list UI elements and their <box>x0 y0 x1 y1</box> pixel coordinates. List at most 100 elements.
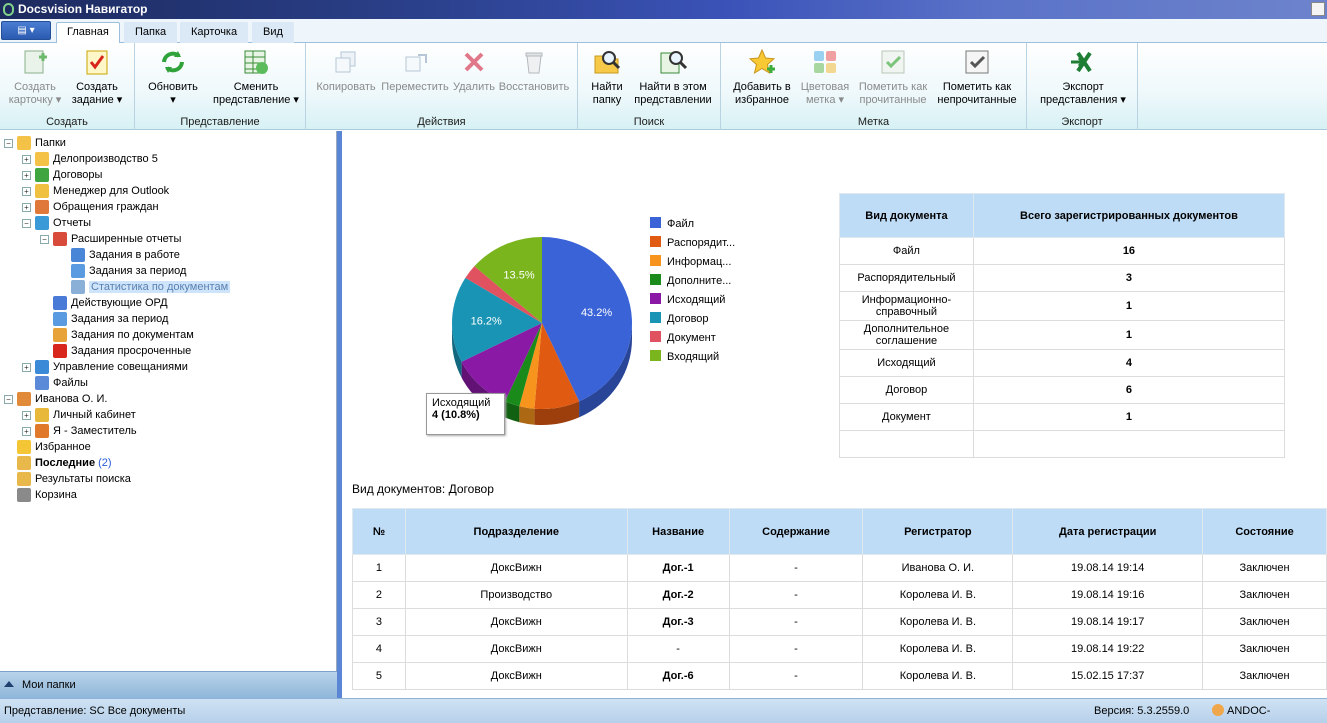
expand-toggle-icon[interactable]: + <box>22 170 31 180</box>
tab-view[interactable]: Вид <box>252 22 294 43</box>
docs-cell: 19.08.14 19:22 <box>1012 635 1204 663</box>
folder-icon <box>17 136 31 151</box>
table-row[interactable]: 4 ДоксВижн - - Королева И. В. 19.08.14 19:22 З… <box>352 635 1327 663</box>
tree-item-label: Я - Заместитель <box>53 425 137 437</box>
find-folder-button[interactable]: Найти папку <box>584 47 630 107</box>
find-in-view-button[interactable]: Найти в этом представлении <box>630 47 716 107</box>
table-row[interactable]: 5 ДоксВижн Дог.-6- Королева И. В. 15.02.15 1… <box>352 662 1327 690</box>
stats-table: Вид документа Всего зарегистрированных до… <box>839 193 1285 458</box>
expand-toggle-icon[interactable]: + <box>22 426 31 436</box>
tree-item[interactable]: + Управление совещаниями <box>22 359 188 375</box>
tree-item[interactable]: Файлы <box>22 375 88 391</box>
expand-toggle-icon[interactable]: − <box>4 394 13 404</box>
docs-header-cell[interactable]: Регистратор <box>862 508 1014 555</box>
create-card-button[interactable]: Создать карточку ▾ <box>6 47 64 107</box>
stats-cell: 6 <box>972 376 1285 404</box>
tree-item[interactable]: Задания просроченные <box>40 343 191 359</box>
tree-item[interactable]: − Отчеты <box>22 215 91 231</box>
delete-icon <box>464 52 484 72</box>
legend-item: Информац... <box>650 253 735 272</box>
copy-button[interactable]: Копировать <box>314 47 378 94</box>
expand-toggle-icon[interactable]: + <box>22 154 31 164</box>
tree-item-label: Задания за период <box>89 265 187 277</box>
docs-header-cell[interactable]: Содержание <box>728 508 864 555</box>
change-view-button[interactable]: Сменить представление ▾ <box>211 47 301 107</box>
tab-folder[interactable]: Папка <box>124 22 178 43</box>
tree-item[interactable]: Статистика по документам <box>58 279 231 295</box>
expand-toggle-icon[interactable]: + <box>22 202 31 212</box>
mark-unread-button[interactable]: Пометить как непрочитанные <box>933 47 1021 107</box>
tree-item-label: Статистика по документам <box>89 281 231 293</box>
docs-header-cell[interactable]: Дата регистрации <box>1012 508 1204 555</box>
mark-read-button[interactable]: Пометить как прочитанные <box>855 47 931 107</box>
docs-header-cell[interactable]: Название <box>626 508 730 555</box>
docs-header-cell[interactable]: Состояние <box>1202 508 1327 555</box>
tree-item[interactable]: + Менеджер для Outlook <box>22 183 169 199</box>
create-task-button[interactable]: Создать задание ▾ <box>68 47 126 107</box>
tree-item[interactable]: − Расширенные отчеты <box>40 231 181 247</box>
legend-item: Файл <box>650 215 735 234</box>
tree-item[interactable]: Задания в работе <box>58 247 180 263</box>
tree-item-label: Задания за период <box>71 313 169 325</box>
refresh-button[interactable]: Обновить ▾ <box>141 47 205 107</box>
collapse-arrow-icon[interactable] <box>4 681 14 687</box>
expand-toggle-icon[interactable]: + <box>22 362 31 372</box>
tab-card[interactable]: Карточка <box>180 22 249 43</box>
table-row[interactable]: 1 ДоксВижн Дог.-1- Иванова О. И. 19.08.14 19… <box>352 554 1327 582</box>
expand-toggle-icon[interactable]: − <box>22 218 31 228</box>
tree-item-label: Расширенные отчеты <box>71 233 182 245</box>
tree-item[interactable]: Корзина <box>4 487 77 503</box>
window-title: Docsvision Навигатор <box>18 2 148 16</box>
find-folder-icon <box>594 51 621 74</box>
legend-swatch <box>650 293 661 304</box>
expand-toggle-icon[interactable]: + <box>22 410 31 420</box>
expand-toggle-icon[interactable]: + <box>22 186 31 196</box>
tree-item-label: Последние <box>35 457 96 469</box>
my-folders-bar[interactable]: Мои папки <box>0 671 337 698</box>
tree-item[interactable]: + Делопроизводство 5 <box>22 151 158 167</box>
export-view-button[interactable]: Экспорт представления ▾ <box>1035 47 1131 107</box>
tab-home[interactable]: Главная <box>56 22 120 44</box>
tree-item[interactable]: Последние (2) <box>4 455 112 471</box>
tree-item[interactable]: Избранное <box>4 439 91 455</box>
move-button[interactable]: Переместить <box>380 47 450 94</box>
tree-item[interactable]: + Личный кабинет <box>22 407 136 423</box>
app-menu-button[interactable]: ▤ ▾ <box>1 21 51 40</box>
tree-item[interactable]: Задания по документам <box>40 327 194 343</box>
star-add-icon <box>748 48 776 75</box>
tree-item[interactable]: − Иванова О. И. <box>4 391 107 407</box>
refresh-icon <box>162 51 184 73</box>
tree-item[interactable]: + Обращения граждан <box>22 199 159 215</box>
expand-toggle-icon[interactable]: − <box>40 234 49 244</box>
tree-item[interactable]: Результаты поиска <box>4 471 131 487</box>
task-icon <box>86 50 108 75</box>
tree-item-label: Файлы <box>53 377 88 389</box>
copy-icon <box>335 51 356 73</box>
legend-item: Исходящий <box>650 291 735 310</box>
stats-table-row: Документ 1 <box>839 403 1285 431</box>
docs-header-cell[interactable]: Подразделение <box>404 508 628 555</box>
color-mark-button[interactable]: Цветовая метка ▾ <box>797 47 853 107</box>
ribbon: Создать карточку ▾ Создать задание ▾ Соз… <box>0 43 1327 130</box>
report-panel: 43.2% 16.2% 13.5% Файл Распорядит... Информа… <box>342 131 1327 698</box>
tree-item-label: Делопроизводство 5 <box>53 153 158 165</box>
tree-item[interactable]: + Договоры <box>22 167 102 183</box>
expand-toggle-icon[interactable]: − <box>4 138 13 148</box>
tree-item[interactable]: Задания за период <box>58 263 186 279</box>
restore-button[interactable]: Восстановить <box>498 47 570 94</box>
tree-item[interactable]: − Папки <box>4 135 66 151</box>
tree-item[interactable]: + Я - Заместитель <box>22 423 137 439</box>
docs-caption: Вид документов: Договор <box>352 482 494 496</box>
tree-item[interactable]: Задания за период <box>40 311 168 327</box>
docs-header-cell[interactable]: № <box>352 508 406 555</box>
table-row[interactable]: 3 ДоксВижн Дог.-3- Королева И. В. 19.08.14 1… <box>352 608 1327 636</box>
mark-read-icon <box>881 50 905 74</box>
add-to-favorites-button[interactable]: Добавить в избранное <box>727 47 797 107</box>
window-control-button[interactable] <box>1311 2 1325 16</box>
stats-cell: 16 <box>972 237 1285 265</box>
tree-item[interactable]: Действующие ОРД <box>40 295 168 311</box>
docs-cell: Дог.-3 <box>626 608 730 636</box>
table-row[interactable]: 2 Производство Дог.-2- Королева И. В. 19.08.… <box>352 581 1327 609</box>
delete-button[interactable]: Удалить <box>450 47 498 94</box>
stats-header-cell: Всего зарегистрированных документов <box>972 193 1285 238</box>
